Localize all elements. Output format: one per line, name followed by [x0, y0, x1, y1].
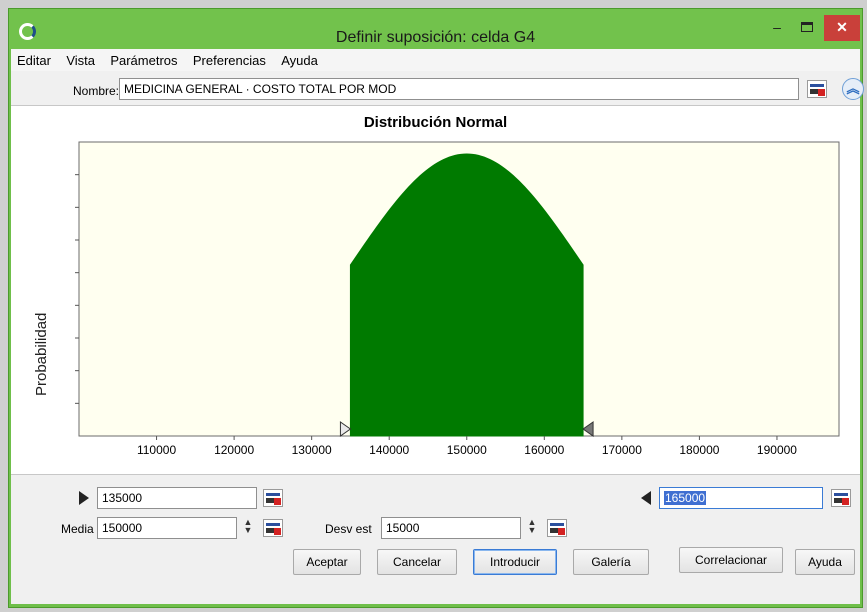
dialog-window: Definir suposición: celda G4 – ✕ Editar …	[8, 8, 864, 608]
lower-bound-cell-ref-button[interactable]	[263, 489, 283, 507]
std-cell-ref-button[interactable]	[547, 519, 567, 537]
maximize-icon	[801, 22, 813, 32]
x-tick-label: 170000	[602, 443, 642, 457]
collapse-icon[interactable]: ︽	[842, 78, 864, 100]
mean-spinner[interactable]: ▲ ▼	[243, 518, 253, 535]
cancel-button[interactable]: Cancelar	[377, 549, 457, 575]
menu-editar[interactable]: Editar	[11, 49, 57, 72]
menu-preferencias[interactable]: Preferencias	[187, 49, 272, 72]
chart-panel: Distribución Normal Probabilidad 110000 1…	[11, 105, 860, 475]
std-input[interactable]: 15000	[381, 517, 521, 539]
lower-bound-arrow-icon[interactable]	[79, 491, 89, 505]
x-tick-label: 140000	[369, 443, 409, 457]
x-tick-label: 160000	[524, 443, 564, 457]
x-tick-label: 150000	[447, 443, 487, 457]
std-label: Desv est	[325, 522, 372, 536]
upper-bound-value: 165000	[664, 491, 707, 505]
name-row: Nombre: MEDICINA GENERAL · COSTO TOTAL P…	[11, 75, 864, 105]
mean-input[interactable]: 150000	[97, 517, 237, 539]
name-cell-ref-button[interactable]	[807, 80, 827, 98]
x-tick-label: 110000	[137, 443, 176, 457]
minimize-button[interactable]: –	[764, 15, 790, 41]
chart-svg: 110000 120000 130000 140000 150000 160000 1700…	[75, 141, 840, 457]
x-tick-label: 130000	[292, 443, 332, 457]
upper-bound-input[interactable]: 165000	[659, 487, 823, 509]
maximize-button[interactable]	[792, 15, 822, 41]
enter-button[interactable]: Introducir	[473, 549, 557, 575]
accept-button[interactable]: Aceptar	[293, 549, 361, 575]
window-title: Definir suposición: celda G4	[335, 29, 536, 46]
parameters-panel: 135000 165000 Media 150000 ▲ ▼ Desv est 1…	[11, 477, 860, 604]
help-button[interactable]: Ayuda	[795, 549, 855, 575]
x-tick-label: 120000	[214, 443, 254, 457]
name-label: Nombre:	[73, 84, 120, 98]
close-button[interactable]: ✕	[824, 15, 860, 41]
correlate-button[interactable]: Correlacionar	[679, 547, 783, 573]
gallery-button[interactable]: Galería	[573, 549, 649, 575]
dialog-client: Editar Vista Parámetros Preferencias Ayu…	[11, 49, 864, 604]
x-tick-label: 180000	[679, 443, 719, 457]
title-bar[interactable]: Definir suposición: celda G4 – ✕	[9, 9, 862, 49]
menu-bar: Editar Vista Parámetros Preferencias Ayu…	[11, 49, 860, 71]
upper-bound-cell-ref-button[interactable]	[831, 489, 851, 507]
menu-vista[interactable]: Vista	[60, 49, 101, 72]
std-spinner[interactable]: ▲ ▼	[527, 518, 537, 535]
mean-label: Media	[61, 522, 94, 536]
upper-bound-arrow-icon[interactable]	[641, 491, 651, 505]
name-input[interactable]: MEDICINA GENERAL · COSTO TOTAL POR MOD	[119, 78, 799, 100]
x-tick-label: 190000	[757, 443, 797, 457]
lower-bound-input[interactable]: 135000	[97, 487, 257, 509]
menu-ayuda[interactable]: Ayuda	[275, 49, 324, 72]
mean-cell-ref-button[interactable]	[263, 519, 283, 537]
menu-parametros[interactable]: Parámetros	[104, 49, 183, 72]
